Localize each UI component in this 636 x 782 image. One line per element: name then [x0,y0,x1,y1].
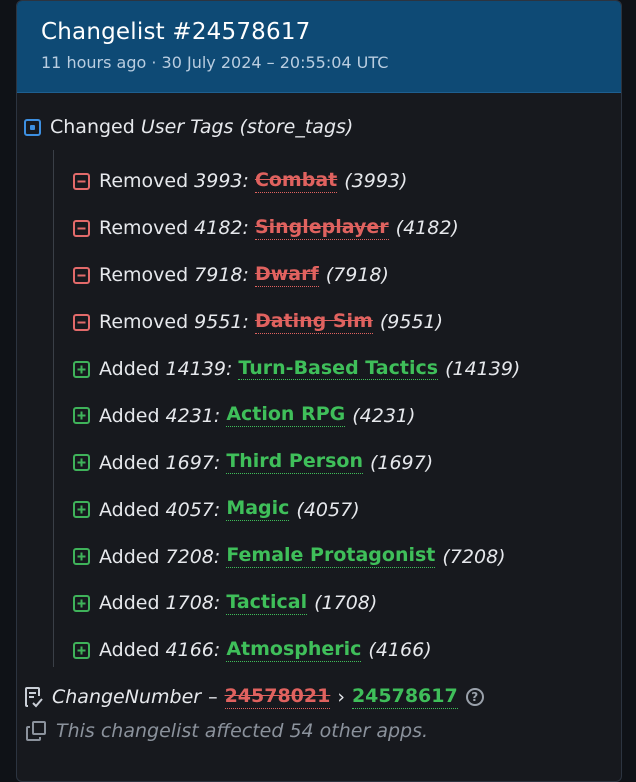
tag-id-paren: (4231) [352,404,416,427]
removed-tag-link[interactable]: Dwarf [254,263,319,287]
modified-square-icon [24,118,41,136]
tag-id: 9551: [194,311,249,334]
old-change-number[interactable]: 24578021 [224,686,331,709]
change-row: Added 1708: Tactical (1708) [73,580,520,627]
tag-id-paren: (4182) [395,217,459,240]
change-action: Removed [99,217,189,240]
minus-square-icon [73,172,90,190]
minus-square-icon [73,266,90,284]
tag-id: 14139: [165,358,233,380]
plus-square-icon [73,594,90,612]
tag-id: 7918: [194,264,249,287]
plus-square-icon [73,454,90,472]
changed-field-name: User Tags (store_tags) [140,116,354,138]
change-number-dash: – [208,686,218,709]
plus-square-icon [73,548,90,566]
added-tag-link[interactable]: Tactical [226,592,308,615]
tag-id: 4182: [194,217,249,240]
added-tag-link[interactable]: Atmospheric [226,639,362,662]
tag-id: 1697: [165,451,221,474]
changed-prefix: Changed [50,116,135,138]
change-action: Added [99,592,160,615]
change-row: Added 7208: Female Protagonist (7208) [73,533,520,580]
change-action: Added [99,639,160,662]
change-number-label: ChangeNumber [52,686,202,709]
tag-id-paren: (1697) [369,451,434,474]
change-action: Added [99,545,160,568]
change-action: Removed [99,170,189,193]
tree-connector [53,150,54,667]
tag-id-paren: (14139) [445,358,521,380]
added-tag-link[interactable]: Magic [226,498,290,522]
document-check-icon [24,686,44,708]
tag-id-paren: (4166) [368,639,432,662]
changed-field-heading: Changed User Tags (store_tags) [24,116,353,138]
change-row: Added 4166: Atmospheric (4166) [73,627,520,674]
card-header: Changelist #24578617 11 hours ago · 30 J… [17,1,621,93]
change-row: Removed 7918: Dwarf (7918) [73,252,520,299]
change-action: Added [99,358,160,380]
change-action: Added [99,498,160,521]
change-row: Added 4057: Magic (4057) [73,486,520,533]
plus-square-icon [73,501,90,519]
arrow-separator: › [337,686,345,709]
tag-id-paren: (7918) [325,264,389,287]
tag-id-paren: (9551) [379,311,444,334]
change-row: Added 4231: Action RPG (4231) [73,392,520,439]
change-action: Removed [99,264,189,287]
change-number-row: ChangeNumber – 24578021 › 24578617 ? [24,686,484,709]
tag-id: 4166: [165,639,221,662]
added-tag-link[interactable]: Turn-Based Tactics [238,357,439,381]
other-apps-row: This changelist affected 54 other apps. [24,719,428,743]
added-tag-link[interactable]: Action RPG [226,404,346,428]
minus-square-icon [73,219,90,237]
removed-tag-link[interactable]: Singleplayer [254,216,389,240]
tag-id-paren: (4057) [296,498,360,521]
change-row: Added 1697: Third Person (1697) [73,439,520,486]
change-action: Removed [99,311,189,334]
added-tag-link[interactable]: Female Protagonist [226,545,436,569]
minus-square-icon [73,313,90,331]
page-title: Changelist #24578617 [41,19,311,45]
change-row: Added 14139: Turn-Based Tactics (14139) [73,346,520,393]
tag-id-paren: (3993) [344,170,408,193]
tag-id: 4057: [165,498,221,521]
changes-list: Removed 3993: Combat (3993) Removed 4182: Sing… [73,158,520,674]
change-row: Removed 3993: Combat (3993) [73,158,520,205]
copy-icon [24,719,48,743]
tag-id: 3993: [194,170,249,193]
change-action: Added [99,451,160,474]
tag-id: 1708: [165,592,221,615]
timestamp: 11 hours ago · 30 July 2024 – 20:55:04 U… [41,53,389,72]
other-apps-text: This changelist affected 54 other apps. [56,720,429,742]
help-circle-icon[interactable]: ? [465,688,484,707]
new-change-number[interactable]: 24578617 [351,686,458,709]
change-action: Added [99,404,160,427]
added-tag-link[interactable]: Third Person [226,451,363,475]
tag-id: 7208: [165,545,221,568]
plus-square-icon [73,360,90,378]
change-row: Removed 9551: Dating Sim (9551) [73,299,520,346]
tag-id: 4231: [165,404,221,427]
removed-tag-link[interactable]: Combat [254,170,338,193]
tag-id-paren: (1708) [314,592,378,615]
removed-tag-link[interactable]: Dating Sim [254,310,373,334]
change-row: Removed 4182: Singleplayer (4182) [73,205,520,252]
tag-id-paren: (7208) [442,545,506,568]
plus-square-icon [73,407,90,425]
plus-square-icon [73,641,90,659]
